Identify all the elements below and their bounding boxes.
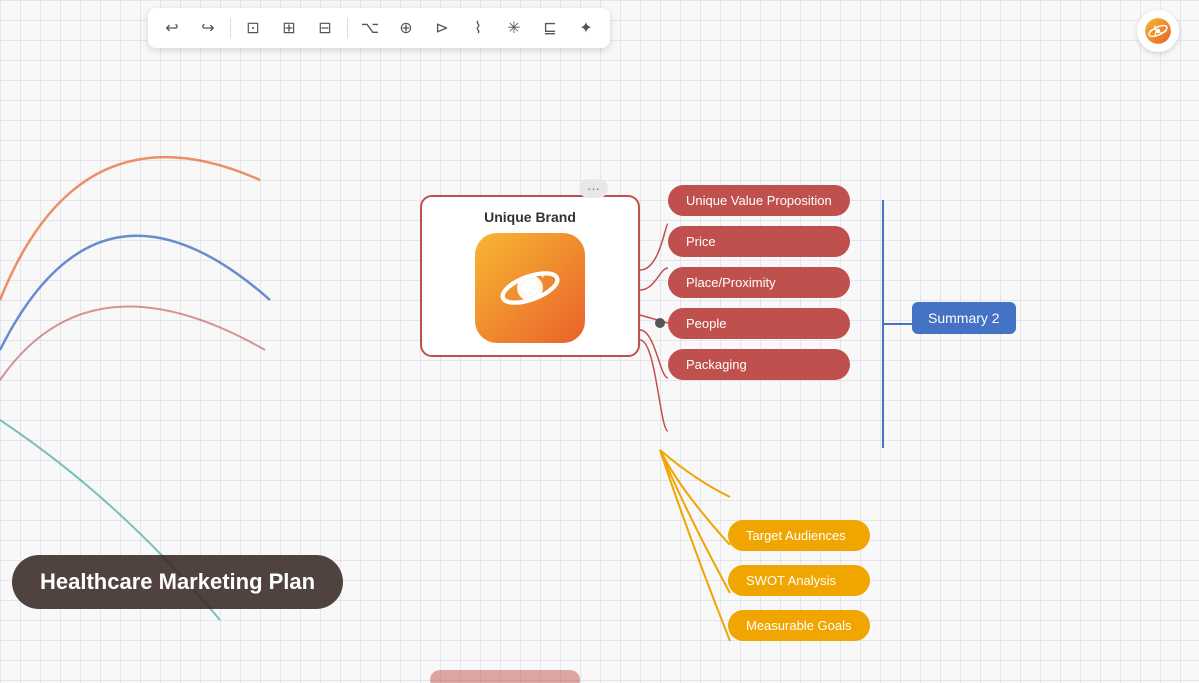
people-node[interactable]: People: [668, 308, 850, 339]
node-more-button[interactable]: ···: [579, 179, 608, 198]
measurable-goals-node[interactable]: Measurable Goals: [728, 610, 870, 641]
target-audiences-node[interactable]: Target Audiences: [728, 520, 870, 551]
right-branch: Unique Value Proposition Price Place/Pro…: [668, 185, 850, 380]
pin-button[interactable]: ⊑: [534, 12, 566, 44]
curve-button[interactable]: ⌇: [462, 12, 494, 44]
main-title: Healthcare Marketing Plan: [12, 555, 343, 609]
select-button[interactable]: ⊡: [237, 12, 269, 44]
unique-brand-label: Unique Brand: [484, 209, 576, 225]
packaging-node[interactable]: Packaging: [668, 349, 850, 380]
divider-2: [347, 18, 348, 38]
place-proximity-node[interactable]: Place/Proximity: [668, 267, 850, 298]
insert-button[interactable]: ⊕: [390, 12, 422, 44]
price-node[interactable]: Price: [668, 226, 850, 257]
connect-button[interactable]: ⌥: [354, 12, 386, 44]
highlight-button[interactable]: ✳: [498, 12, 530, 44]
bottom-branch: Target Audiences SWOT Analysis Measurabl…: [728, 520, 870, 641]
redo-button[interactable]: ↪: [192, 12, 224, 44]
summary2-node[interactable]: Summary 2: [912, 302, 1016, 334]
toolbar: ↩ ↪ ⊡ ⊞ ⊟ ⌥ ⊕ ⊳ ⌇ ✳ ⊑ ✦: [148, 8, 610, 48]
unique-value-prop-node[interactable]: Unique Value Proposition: [668, 185, 850, 216]
branch-button[interactable]: ⊳: [426, 12, 458, 44]
undo-button[interactable]: ↩: [156, 12, 188, 44]
group-button[interactable]: ⊟: [309, 12, 341, 44]
app-logo-button[interactable]: [1137, 10, 1179, 52]
divider-1: [230, 18, 231, 38]
node-icon-box: ✦: [475, 233, 585, 343]
swot-analysis-node[interactable]: SWOT Analysis: [728, 565, 870, 596]
select-all-button[interactable]: ⊞: [273, 12, 305, 44]
ai-button[interactable]: ✦: [570, 12, 602, 44]
svg-text:✦: ✦: [539, 270, 547, 281]
unique-brand-node[interactable]: ··· Unique Brand ✦: [420, 195, 640, 357]
